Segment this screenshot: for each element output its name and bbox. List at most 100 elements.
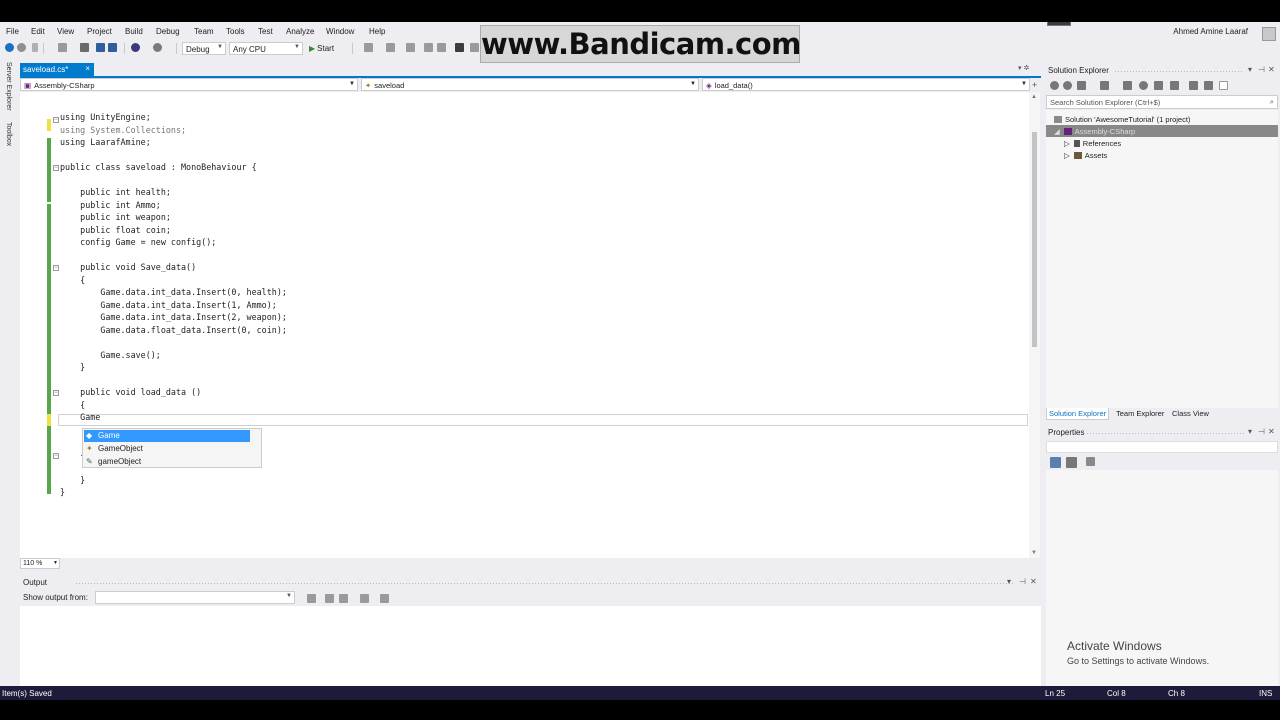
type-dropdown[interactable]: ✦ saveload ▼ (361, 78, 699, 91)
code-line[interactable]: public int health; (60, 187, 171, 197)
forward-icon[interactable] (17, 43, 26, 52)
redo-icon[interactable] (153, 43, 162, 52)
quick-launch-box[interactable] (1047, 22, 1071, 26)
code-line[interactable]: Game.data.float_data.Insert(0, coin); (60, 325, 287, 335)
code-line[interactable]: } (60, 475, 85, 485)
menu-team[interactable]: Team (194, 27, 214, 36)
prev-message-icon[interactable] (325, 594, 334, 603)
code-line[interactable]: public void load_data () (60, 387, 201, 397)
indent-icon[interactable] (424, 43, 433, 52)
bookmark-icon[interactable] (455, 43, 464, 52)
code-line[interactable]: config Game = new config(); (60, 237, 216, 247)
window-position-icon[interactable]: ▾ (1248, 65, 1252, 74)
code-line[interactable]: Game.data.int_data.Insert(1, Ammo); (60, 300, 277, 310)
drag-grip[interactable] (1086, 432, 1244, 435)
pin-icon[interactable]: ⊣ (1258, 65, 1265, 74)
properties-icon[interactable] (1204, 81, 1213, 90)
save-all-icon[interactable] (108, 43, 117, 52)
code-line[interactable]: public int Ammo; (60, 200, 161, 210)
code-line[interactable]: Game.data.int_data.Insert(0, health); (60, 287, 287, 297)
member-dropdown[interactable]: ◈ load_data() ▼ (702, 78, 1030, 91)
tree-item-project[interactable]: ◢ Assembly-CSharp (1046, 125, 1278, 137)
close-icon[interactable]: ✕ (1268, 427, 1275, 436)
back-icon[interactable] (5, 43, 14, 52)
menu-window[interactable]: Window (326, 27, 354, 36)
clear-all-icon[interactable] (360, 594, 369, 603)
expander-icon[interactable]: ◢ (1054, 127, 1060, 136)
menu-view[interactable]: View (57, 27, 74, 36)
close-icon[interactable]: ✕ (1030, 577, 1037, 586)
menu-analyze[interactable]: Analyze (286, 27, 314, 36)
view-code-icon[interactable] (1189, 81, 1198, 90)
code-line[interactable]: } (60, 362, 85, 372)
avatar[interactable] (1262, 27, 1276, 41)
code-line[interactable]: Game.save(); (60, 350, 161, 360)
fold-toggle-icon[interactable]: − (53, 265, 59, 271)
properties-object-select[interactable] (1046, 441, 1278, 453)
tree-item-solution[interactable]: Solution 'AwesomeTutorial' (1 project) (1046, 113, 1278, 125)
code-line[interactable]: Game (60, 412, 100, 422)
expander-icon[interactable]: ▷ (1064, 139, 1070, 148)
next-message-icon[interactable] (339, 594, 348, 603)
vertical-scrollbar[interactable]: ▲ ▼ (1029, 92, 1040, 558)
code-line[interactable]: { (60, 275, 85, 285)
code-line[interactable]: public int weapon; (60, 212, 171, 222)
pin-icon[interactable]: ⊣ (1019, 577, 1026, 586)
preview-icon[interactable] (1219, 81, 1228, 90)
start-button[interactable]: ▶ Start (309, 44, 334, 53)
menu-edit[interactable]: Edit (31, 27, 45, 36)
find-message-icon[interactable] (307, 594, 316, 603)
fold-toggle-icon[interactable]: − (53, 390, 59, 396)
window-position-icon[interactable]: ▾ (1007, 577, 1011, 586)
menu-file[interactable]: File (6, 27, 19, 36)
next-bookmark-icon[interactable] (470, 43, 479, 52)
back-icon[interactable] (1050, 81, 1059, 90)
zoom-select[interactable]: 110 % ▼ (20, 558, 60, 569)
tab-team-explorer[interactable]: Team Explorer (1114, 408, 1166, 419)
collapse-all-icon[interactable] (1154, 81, 1163, 90)
scroll-down-icon[interactable]: ▼ (1031, 550, 1037, 556)
sync-icon[interactable] (1123, 81, 1132, 90)
drag-grip[interactable] (1114, 70, 1244, 73)
close-icon[interactable]: × (85, 64, 90, 73)
step-icon[interactable] (364, 43, 373, 52)
code-line[interactable]: using LaarafAmine; (60, 137, 151, 147)
project-dropdown[interactable]: ▣ Assembly-CSharp ▼ (20, 78, 358, 91)
code-line[interactable]: public class saveload : MonoBehaviour { (60, 162, 257, 172)
code-line[interactable]: using System.Collections; (60, 125, 186, 135)
fold-toggle-icon[interactable]: − (53, 165, 59, 171)
intellisense-item[interactable]: ◆ Game (84, 430, 250, 442)
word-wrap-icon[interactable] (380, 594, 389, 603)
tab-solution-explorer[interactable]: Solution Explorer (1046, 408, 1110, 420)
configuration-select[interactable]: Debug ▼ (182, 42, 226, 55)
refresh-icon[interactable] (1139, 81, 1148, 90)
scroll-up-icon[interactable]: ▲ (1031, 94, 1037, 100)
scrollbar-thumb[interactable] (1032, 132, 1037, 347)
code-line[interactable]: { (60, 400, 85, 410)
menu-debug[interactable]: Debug (156, 27, 180, 36)
outdent-icon[interactable] (437, 43, 446, 52)
undo-icon[interactable] (131, 43, 140, 52)
property-pages-icon[interactable] (1086, 457, 1095, 466)
code-line[interactable]: public void Save_data() (60, 262, 196, 272)
tree-item-references[interactable]: ▷ References (1046, 137, 1278, 149)
intellisense-item[interactable]: ✎ gameObject (84, 456, 250, 468)
tab-class-view[interactable]: Class View (1170, 408, 1211, 419)
show-all-files-icon[interactable] (1170, 81, 1179, 90)
tree-item-assets[interactable]: ▷ Assets (1046, 149, 1278, 161)
expander-icon[interactable]: ▷ (1064, 151, 1070, 160)
menu-test[interactable]: Test (258, 27, 273, 36)
code-line[interactable]: } (60, 487, 65, 497)
solution-search-input[interactable]: Search Solution Explorer (Ctrl+$) ⌕ (1046, 95, 1278, 109)
account-name[interactable]: Ahmed Amine Laaraf (1173, 27, 1248, 36)
fold-toggle-icon[interactable]: − (53, 453, 59, 459)
platform-select[interactable]: Any CPU ▼ (229, 42, 303, 55)
output-source-select[interactable]: ▼ (95, 591, 295, 604)
fold-toggle-icon[interactable]: − (53, 117, 59, 123)
categorized-icon[interactable] (1050, 457, 1061, 468)
code-line[interactable]: Game.data.int_data.Insert(2, weapon); (60, 312, 287, 322)
save-icon[interactable] (96, 43, 105, 52)
alphabetical-icon[interactable] (1066, 457, 1077, 468)
drag-grip[interactable] (75, 582, 1015, 585)
split-window-icon[interactable]: + (1032, 80, 1037, 90)
